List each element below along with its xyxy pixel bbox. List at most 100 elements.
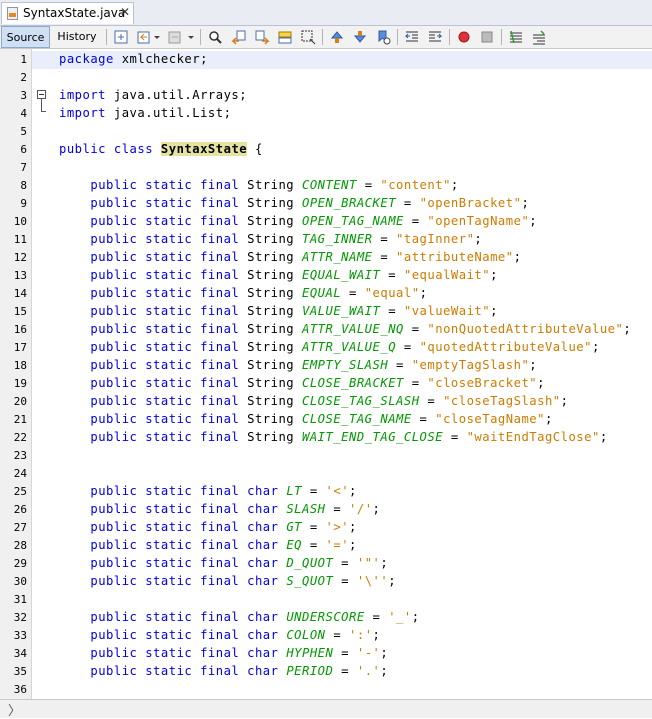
stop-macro-icon[interactable] [479, 29, 495, 45]
code-line[interactable]: public static final String CLOSE_BRACKET… [32, 375, 652, 393]
line-number-gutter: 1 2 3 4 5 6 7 8 9 10 11 12 13 14 15 16 17 18 19 20 21 22 23 24 2… [0, 49, 32, 699]
source-view-button[interactable]: Source [1, 26, 50, 48]
code-token: ; [592, 340, 600, 354]
tab-syntaxstate[interactable]: SyntaxState.java ✕ [1, 2, 134, 24]
code-line[interactable]: public static final String ATTR_VALUE_Q … [32, 339, 652, 357]
toggle-bookmark-icon[interactable] [375, 29, 391, 45]
code-line[interactable]: public static final String CLOSE_TAG_SLA… [32, 393, 652, 411]
code-line[interactable]: public static final char UNDERSCORE = '_… [32, 609, 652, 627]
code-line[interactable]: public static final char EQ = '='; [32, 537, 652, 555]
last-edit-icon[interactable] [113, 29, 129, 45]
code-line[interactable] [32, 681, 652, 699]
code-text: public static final String CLOSE_BRACKET… [59, 376, 545, 390]
expand-icon[interactable]: 〉 [8, 700, 21, 719]
chevron-down-icon[interactable] [187, 29, 195, 45]
code-text: import java.util.Arrays; [59, 88, 247, 102]
code-line[interactable] [32, 123, 652, 141]
code-text: public static final String CONTENT = "co… [59, 178, 459, 192]
start-macro-icon[interactable] [456, 29, 472, 45]
code-editor[interactable]: package xmlchecker; import java.util.Arra… [32, 49, 652, 699]
comment-icon[interactable] [508, 29, 524, 45]
code-token: String [239, 430, 302, 444]
close-icon[interactable]: ✕ [120, 5, 130, 19]
code-line[interactable]: public static final char SLASH = '/'; [32, 501, 652, 519]
keyword-token: public static final char [90, 484, 279, 498]
keyword-token: public static final char [90, 628, 279, 642]
code-line[interactable] [32, 69, 652, 87]
code-line[interactable]: public static final String WAIT_END_TAG_… [32, 429, 652, 447]
code-token: ; [623, 322, 632, 336]
field-name-token: ATTR_VALUE_Q [301, 340, 397, 354]
code-line[interactable] [32, 465, 652, 483]
code-token: ; [349, 484, 357, 498]
code-line[interactable]: public static final String TAG_INNER = "… [32, 231, 652, 249]
history-view-button[interactable]: History [54, 26, 100, 48]
shift-right-icon[interactable] [427, 29, 443, 45]
code-token: String [239, 412, 302, 426]
previous-bookmark-icon[interactable] [329, 29, 345, 45]
code-line[interactable]: public static final String EQUAL = "equa… [32, 285, 652, 303]
code-line[interactable]: public static final String CONTENT = "co… [32, 177, 652, 195]
code-token: = [403, 376, 428, 390]
code-token: = [411, 412, 436, 426]
code-line[interactable]: public static final char D_QUOT = '"'; [32, 555, 652, 573]
code-line[interactable]: public static final String EMPTY_SLASH =… [32, 357, 652, 375]
field-name-token: ATTR_NAME [301, 250, 373, 264]
line-number: 6 [20, 143, 27, 156]
code-line[interactable]: public static final String CLOSE_TAG_NAM… [32, 411, 652, 429]
code-line[interactable]: public static final String OPEN_TAG_NAME… [32, 213, 652, 231]
keyword-token: public static final [90, 286, 240, 300]
back-icon[interactable] [136, 29, 152, 45]
find-icon[interactable] [207, 29, 223, 45]
code-text: public static final char EQ = '='; [59, 538, 357, 552]
code-line[interactable]: public static final char LT = '<'; [32, 483, 652, 501]
keyword-token: public static final char [90, 538, 279, 552]
line-number: 31 [13, 593, 27, 606]
next-bookmark-icon[interactable] [352, 29, 368, 45]
fold-toggle-icon[interactable] [37, 90, 46, 99]
chevron-down-icon[interactable] [153, 29, 161, 45]
code-line[interactable]: public static final char HYPHEN = '-'; [32, 645, 652, 663]
code-line[interactable] [32, 591, 652, 609]
forward-icon[interactable] [167, 29, 183, 45]
string-literal-token: "tagInner" [396, 232, 475, 246]
code-line[interactable] [32, 159, 652, 177]
code-line[interactable]: public static final char PERIOD = '.'; [32, 663, 652, 681]
string-literal-token: "valueWait" [403, 304, 491, 318]
code-line[interactable]: public static final String OPEN_BRACKET … [32, 195, 652, 213]
uncomment-icon[interactable] [531, 29, 547, 45]
code-line[interactable]: public class SyntaxState { [32, 141, 652, 159]
code-line[interactable]: public static final char S_QUOT = '\''; [32, 573, 652, 591]
string-literal-token: "openTagName" [427, 214, 530, 228]
keyword-token: public static final [90, 232, 240, 246]
string-literal-token: '"' [356, 556, 381, 570]
code-line[interactable]: import java.util.List; [32, 105, 652, 123]
code-line[interactable]: package xmlchecker; [32, 51, 652, 69]
field-name-token: EQUAL_WAIT [301, 268, 381, 282]
code-line[interactable] [32, 447, 652, 465]
find-next-icon[interactable] [254, 29, 270, 45]
find-previous-icon[interactable] [231, 29, 247, 45]
toggle-highlight-icon[interactable] [277, 29, 293, 45]
code-line[interactable]: public static final String ATTR_NAME = "… [32, 249, 652, 267]
code-line[interactable]: import java.util.Arrays; [32, 87, 652, 105]
string-literal-token: "closeTagName" [435, 412, 545, 426]
code-line[interactable]: public static final String VALUE_WAIT = … [32, 303, 652, 321]
toggle-rect-selection-icon[interactable] [300, 29, 316, 45]
code-line[interactable]: public static final char GT = '>'; [32, 519, 652, 537]
code-token: String [239, 394, 302, 408]
code-line[interactable]: public static final String ATTR_VALUE_NQ… [32, 321, 652, 339]
line-number: 23 [13, 449, 27, 462]
code-line[interactable]: public static final String EQUAL_WAIT = … [32, 267, 652, 285]
string-literal-token: "nonQuotedAttributeValue" [427, 322, 624, 336]
code-token: ; [474, 232, 483, 246]
code-token: String [239, 268, 302, 282]
code-line[interactable]: public static final char COLON = ':'; [32, 627, 652, 645]
shift-left-icon[interactable] [404, 29, 420, 45]
